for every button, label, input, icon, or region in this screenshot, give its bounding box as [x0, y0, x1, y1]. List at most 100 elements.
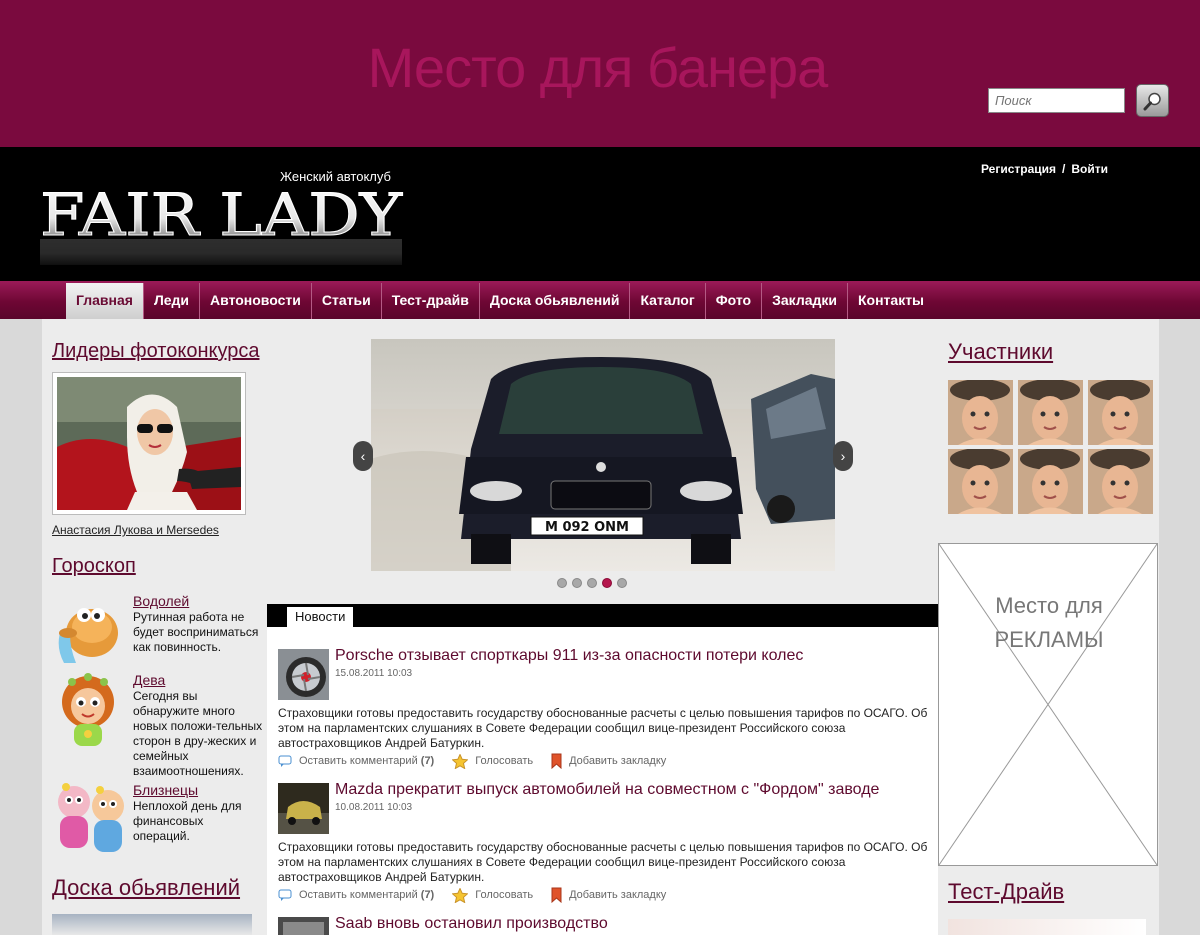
login-link[interactable]: Войти [1071, 162, 1108, 176]
tab-news[interactable]: Новости [287, 607, 354, 627]
news-item: Mazda прекратит выпуск автомобилей на со… [278, 781, 928, 913]
member-avatar[interactable] [1088, 379, 1153, 445]
star-icon [452, 887, 469, 903]
main-nav: Главная Леди Автоновости Статьи Тест-дра… [0, 281, 1200, 319]
site-logo[interactable]: FAIR LADY [40, 183, 405, 273]
star-icon [452, 753, 469, 769]
nav-item-home[interactable]: Главная [66, 283, 144, 319]
horoscope-sign[interactable]: Близнецы [133, 782, 198, 798]
horoscope-item: Дева Сегодня вы обнаружите много новых п… [52, 672, 262, 782]
contest-photo[interactable] [52, 372, 246, 515]
news-thumbnail[interactable] [278, 783, 329, 834]
vote-action[interactable]: Голосовать [452, 753, 533, 769]
news-thumbnail[interactable] [278, 917, 329, 935]
avatar [1018, 379, 1083, 445]
nav-item-autonews[interactable]: Автоновости [200, 283, 312, 319]
news-actions: Оставить комментарий (7) Голосовать Доба… [278, 887, 684, 903]
horoscope-item: Водолей Рутинная работа не будет восприн… [52, 593, 262, 673]
avatar [948, 448, 1013, 514]
bookmark-action[interactable]: Добавить закладку [551, 753, 666, 769]
comment-icon [278, 755, 292, 767]
avatar [1088, 379, 1153, 445]
member-avatar[interactable] [948, 379, 1013, 445]
members-title[interactable]: Участники [948, 339, 1053, 365]
vote-label: Голосовать [475, 889, 534, 901]
nav-item-articles[interactable]: Статьи [312, 283, 382, 319]
nav-item-ladies[interactable]: Леди [144, 283, 201, 319]
news-body: Страховщики готовы предоставить государс… [278, 840, 928, 884]
slider-prev-button[interactable]: ‹ [353, 441, 373, 471]
vote-action[interactable]: Голосовать [452, 887, 533, 903]
slider-dot[interactable] [572, 578, 582, 588]
site-tagline: Женский автоклуб [280, 169, 391, 184]
horoscope-sign[interactable]: Дева [133, 672, 165, 688]
ad-placeholder-text: Место для РЕКЛАМЫ [939, 589, 1159, 657]
news-title[interactable]: Porsche отзывает спорткары 911 из-за опа… [335, 647, 803, 665]
comment-action[interactable]: Оставить комментарий (7) [278, 753, 434, 769]
slider-dot[interactable] [557, 578, 567, 588]
nav-item-photo[interactable]: Фото [706, 283, 763, 319]
nav-item-board[interactable]: Доска обьявлений [480, 283, 631, 319]
vote-label: Голосовать [475, 755, 534, 767]
member-avatar[interactable] [1018, 448, 1083, 514]
horoscope-text: Сегодня вы обнаружите много новых положи… [133, 689, 263, 778]
aquarius-icon [58, 608, 118, 663]
news-date: 10.08.2011 10:03 [335, 802, 413, 813]
featured-slider[interactable]: M 092 ONM [371, 339, 835, 571]
contest-caption[interactable]: Анастасия Лукова и Mersedes [52, 523, 219, 537]
slider-dot[interactable] [587, 578, 597, 588]
members-grid [948, 379, 1154, 514]
news-thumbnail[interactable] [278, 649, 329, 700]
news-title[interactable]: Saab вновь остановил производство [335, 917, 608, 933]
comment-count: (7) [420, 889, 435, 901]
ad-line-1: Место для [995, 593, 1103, 618]
virgo-icon [62, 673, 114, 746]
comment-label: Оставить комментарий [299, 889, 418, 901]
nav-item-catalog[interactable]: Каталог [630, 283, 706, 319]
nav-list: Главная Леди Автоновости Статьи Тест-дра… [66, 283, 934, 319]
avatar [1088, 448, 1153, 514]
member-avatar[interactable] [1018, 379, 1083, 445]
slider-next-button[interactable]: › [833, 441, 853, 471]
bookmark-action[interactable]: Добавить закладку [551, 887, 666, 903]
contest-title[interactable]: Лидеры фотоконкурса [52, 340, 259, 363]
testdrive-title[interactable]: Тест-Драйв [948, 879, 1064, 905]
horoscope-text: Рутинная работа не будет восприниматься … [133, 610, 259, 654]
slider-dot[interactable] [617, 578, 627, 588]
horoscope-sign[interactable]: Водолей [133, 593, 189, 609]
top-banner[interactable]: Место для банера [0, 0, 1200, 147]
ad-placeholder[interactable]: Место для РЕКЛАМЫ [938, 543, 1158, 866]
nav-item-bookmarks[interactable]: Закладки [762, 283, 848, 319]
bookmark-label: Добавить закладку [569, 755, 667, 767]
news-item: Saab вновь остановил производство [278, 917, 928, 935]
search-input[interactable] [988, 88, 1125, 113]
news-title[interactable]: Mazda прекратит выпуск автомобилей на со… [335, 781, 879, 799]
news-item: Porsche отзывает спорткары 911 из-за опа… [278, 647, 928, 779]
horoscope-title[interactable]: Гороскоп [52, 555, 136, 578]
register-link[interactable]: Регистрация [981, 162, 1056, 176]
member-avatar[interactable] [948, 448, 1013, 514]
board-title[interactable]: Доска обьявлений [52, 875, 240, 901]
auth-links: Регистрация / Войти [981, 162, 1108, 176]
chevron-right-icon: › [840, 448, 846, 464]
slider-dots [557, 578, 627, 588]
slider-image: M 092 ONM [371, 339, 835, 571]
news-body: Страховщики готовы предоставить государс… [278, 706, 928, 750]
member-avatar[interactable] [1088, 448, 1153, 514]
bookmark-label: Добавить закладку [569, 889, 667, 901]
testdrive-image[interactable] [948, 919, 1146, 935]
nav-item-testdrive[interactable]: Тест-драйв [382, 283, 480, 319]
chevron-left-icon: ‹ [360, 448, 366, 464]
news-tabbar [267, 604, 938, 627]
news-date: 15.08.2011 10:03 [335, 668, 413, 679]
avatar [1018, 448, 1083, 514]
search-button[interactable] [1136, 84, 1169, 117]
gemini-icon [58, 783, 124, 852]
bookmark-icon [551, 753, 562, 769]
license-plate: M 092 ONM [545, 520, 629, 535]
slider-dot-active[interactable] [602, 578, 612, 588]
nav-item-contacts[interactable]: Контакты [848, 283, 934, 319]
board-image[interactable] [52, 914, 252, 935]
comment-label: Оставить комментарий [299, 755, 418, 767]
comment-action[interactable]: Оставить комментарий (7) [278, 887, 434, 903]
